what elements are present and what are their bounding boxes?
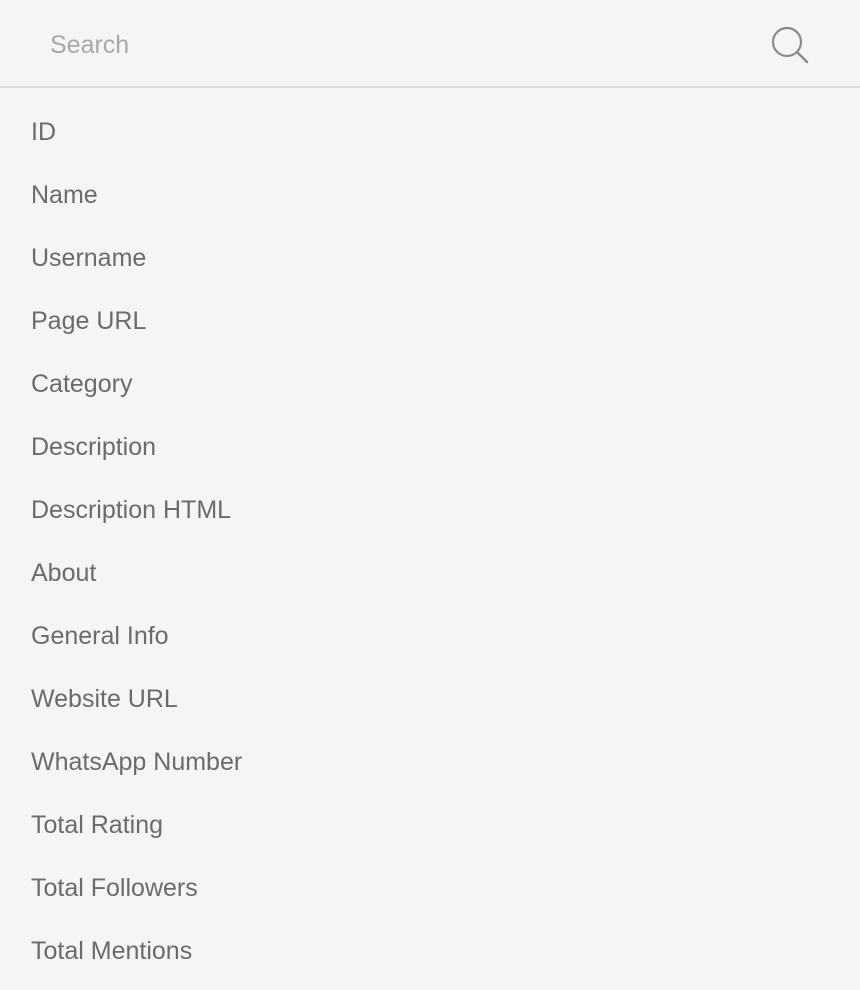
field-item-general-info[interactable]: General Info: [0, 605, 860, 668]
field-list: ID Name Username Page URL Category Descr…: [0, 101, 860, 983]
field-item-about[interactable]: About: [0, 542, 860, 605]
field-picker-panel: ID Name Username Page URL Category Descr…: [0, 0, 860, 990]
search-icon[interactable]: [770, 25, 810, 65]
field-item-name[interactable]: Name: [0, 164, 860, 227]
field-item-description[interactable]: Description: [0, 416, 860, 479]
field-item-website-url[interactable]: Website URL: [0, 668, 860, 731]
field-item-whatsapp-number[interactable]: WhatsApp Number: [0, 731, 860, 794]
field-item-description-html[interactable]: Description HTML: [0, 479, 860, 542]
field-item-page-url[interactable]: Page URL: [0, 290, 860, 353]
search-input[interactable]: [40, 22, 740, 68]
field-item-total-rating[interactable]: Total Rating: [0, 794, 860, 857]
field-item-total-followers[interactable]: Total Followers: [0, 857, 860, 920]
field-item-id[interactable]: ID: [0, 101, 860, 164]
search-bar: [0, 0, 860, 88]
field-item-category[interactable]: Category: [0, 353, 860, 416]
field-item-total-mentions[interactable]: Total Mentions: [0, 920, 860, 983]
field-item-username[interactable]: Username: [0, 227, 860, 290]
